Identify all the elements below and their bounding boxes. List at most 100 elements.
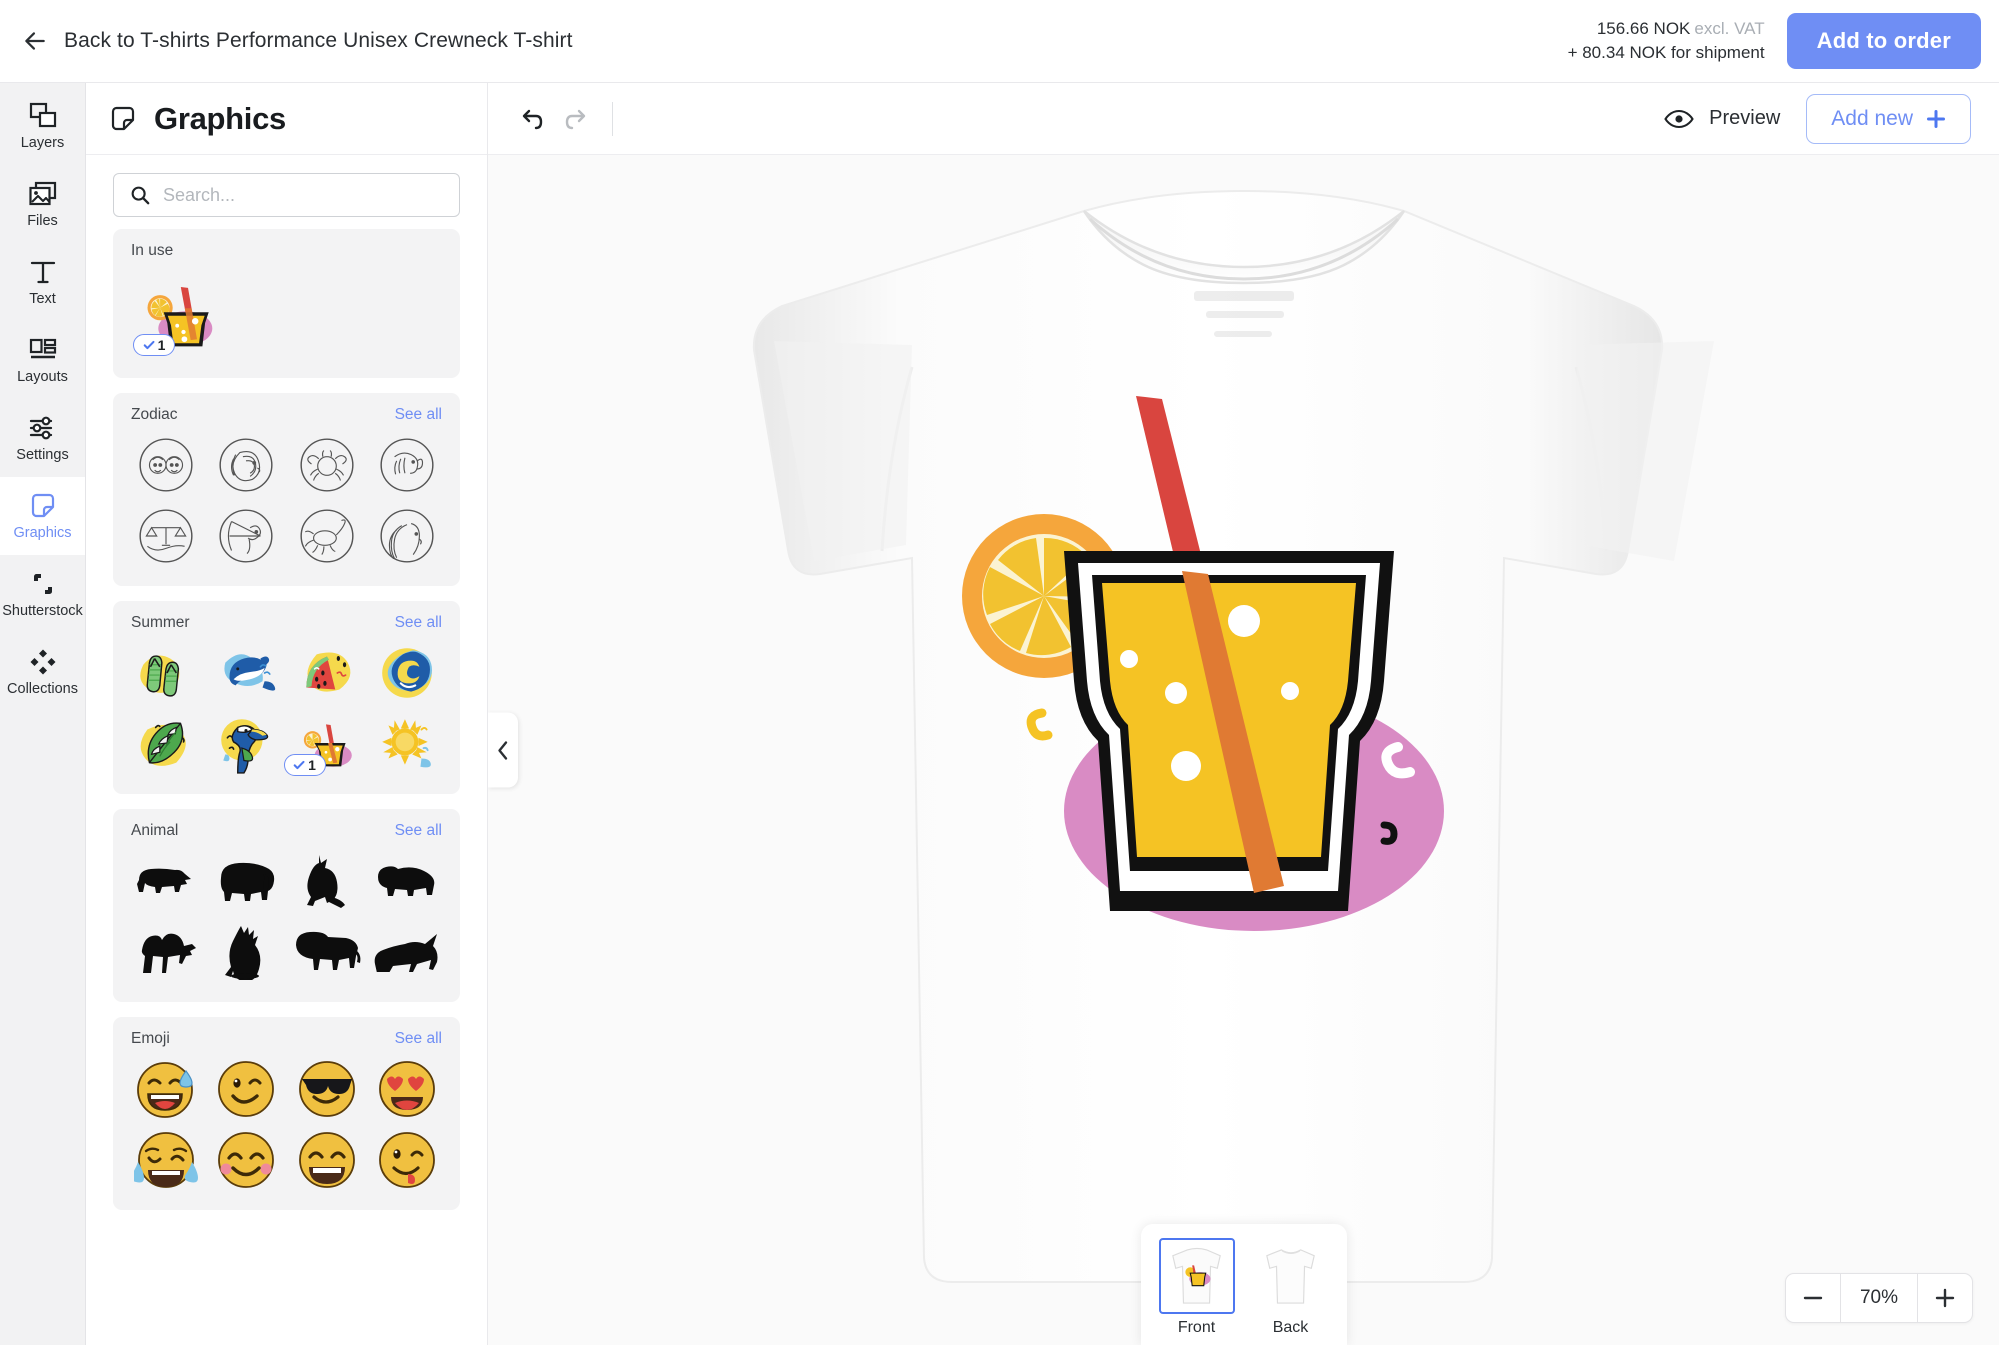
sticker-icon bbox=[31, 494, 54, 518]
section-title: Summer bbox=[131, 614, 190, 631]
sidebar-item-label: Shutterstock bbox=[2, 603, 83, 620]
graphic-item-sun[interactable] bbox=[368, 709, 446, 778]
search-input[interactable] bbox=[163, 184, 443, 206]
section-summer: Summer See all 1 bbox=[113, 601, 460, 794]
graphic-item-monstera-leaf[interactable] bbox=[127, 709, 205, 778]
undo-button[interactable] bbox=[510, 97, 554, 141]
graphic-item-emoji-grin[interactable] bbox=[288, 1125, 366, 1194]
graphic-item-drink[interactable]: 1 bbox=[131, 266, 227, 362]
graphic-item-zodiac-scorpio[interactable] bbox=[288, 501, 366, 570]
sidebar-item-graphics[interactable]: Graphics bbox=[0, 477, 85, 555]
graphic-item-emoji-grinning-sweat[interactable] bbox=[127, 1054, 205, 1123]
graphic-item-drink[interactable]: 1 bbox=[283, 709, 366, 778]
graphic-item-zodiac-libra[interactable] bbox=[127, 501, 205, 570]
emoji-wink bbox=[218, 1060, 275, 1117]
sidebar-item-text[interactable]: Text bbox=[0, 243, 85, 321]
section-header: Summer See all bbox=[127, 614, 446, 632]
preview-label: Preview bbox=[1709, 107, 1781, 129]
flip-flops-graphic bbox=[140, 654, 180, 697]
eye-icon bbox=[1664, 109, 1694, 128]
top-bar-right: 156.66 NOK excl. VAT + 80.34 NOK for ship… bbox=[1568, 13, 1981, 69]
graphic-item-panther[interactable] bbox=[368, 917, 446, 986]
graphic-item-kangaroo[interactable] bbox=[288, 846, 366, 915]
graphic-item-zodiac-capricorn[interactable] bbox=[368, 430, 446, 499]
graphic-item-camel[interactable] bbox=[127, 917, 205, 986]
wave-graphic bbox=[382, 647, 432, 698]
graphic-item-emoji-sunglasses[interactable] bbox=[288, 1054, 366, 1123]
tshirt-front-thumb-icon bbox=[1171, 1247, 1221, 1304]
graphic-item-zodiac-cancer[interactable] bbox=[288, 430, 366, 499]
sidebar-item-files[interactable]: Files bbox=[0, 165, 85, 243]
graphic-item-emoji-heart-eyes[interactable] bbox=[368, 1054, 446, 1123]
dolphin-graphic bbox=[224, 653, 276, 691]
sidebar-item-settings[interactable]: Settings bbox=[0, 399, 85, 477]
zodiac-grid bbox=[127, 430, 446, 570]
graphic-item-rhino[interactable] bbox=[127, 846, 205, 915]
sidebar-item-layers[interactable]: Layers bbox=[0, 87, 85, 165]
view-label: Front bbox=[1177, 1319, 1216, 1336]
emoji-blush bbox=[218, 1131, 275, 1188]
graphics-sections-scroll[interactable]: In use 1 Zodiac See all Summer See all 1… bbox=[86, 229, 487, 1345]
summer-grid: 1 bbox=[127, 638, 446, 778]
section-title: Zodiac bbox=[131, 406, 178, 423]
collapse-panel-button[interactable] bbox=[488, 712, 518, 788]
search-icon bbox=[131, 186, 150, 205]
graphic-item-emoji-tears-of-joy[interactable] bbox=[127, 1125, 205, 1194]
canvas-toolbar-right: Preview Add new bbox=[1664, 93, 1971, 144]
see-all-link[interactable]: See all bbox=[395, 822, 442, 840]
drink-graphic[interactable] bbox=[954, 381, 1474, 1011]
graphic-item-zodiac-sagittarius[interactable] bbox=[207, 501, 285, 570]
zoom-in-button[interactable] bbox=[1918, 1274, 1972, 1322]
tshirt-back-thumb bbox=[1252, 1238, 1329, 1314]
graphic-item-emoji-blush[interactable] bbox=[207, 1125, 285, 1194]
view-back[interactable]: Back bbox=[1252, 1238, 1329, 1337]
add-to-order-button[interactable]: Add to order bbox=[1786, 13, 1981, 69]
see-all-link[interactable]: See all bbox=[395, 614, 442, 632]
zoom-out-button[interactable] bbox=[1786, 1274, 1840, 1322]
graphic-item-emoji-wink[interactable] bbox=[207, 1054, 285, 1123]
graphic-item-hippo[interactable] bbox=[368, 846, 446, 915]
hippo-silhouette bbox=[377, 865, 435, 896]
add-new-button[interactable]: Add new bbox=[1806, 93, 1971, 144]
graphic-item-watermelon[interactable] bbox=[288, 638, 366, 707]
view-front[interactable]: Front bbox=[1158, 1238, 1235, 1337]
back-link[interactable]: Back to T-shirts Performance Unisex Crew… bbox=[22, 28, 573, 54]
graphic-item-dolphin[interactable] bbox=[207, 638, 285, 707]
graphic-item-zodiac-leo[interactable] bbox=[207, 430, 285, 499]
price-line: 156.66 NOK excl. VAT bbox=[1568, 17, 1765, 41]
graphic-item-wave[interactable] bbox=[368, 638, 446, 707]
graphic-item-flip-flops[interactable] bbox=[127, 638, 205, 707]
sidebar-item-collections[interactable]: Collections bbox=[0, 633, 85, 711]
sidebar-item-label: Files bbox=[27, 213, 58, 230]
panther-silhouette bbox=[374, 933, 438, 972]
collections-icon bbox=[30, 649, 55, 675]
zodiac-libra bbox=[139, 508, 193, 563]
see-all-link[interactable]: See all bbox=[395, 406, 442, 424]
graphic-item-eagle[interactable] bbox=[207, 917, 285, 986]
design-stage[interactable]: Front Back 70% bbox=[488, 155, 1999, 1345]
graphic-item-emoji-yum-wink[interactable] bbox=[368, 1125, 446, 1194]
graphic-item-elephant[interactable] bbox=[207, 846, 285, 915]
sidebar-item-layouts[interactable]: Layouts bbox=[0, 321, 85, 399]
graphic-item-zodiac-virgo[interactable] bbox=[368, 501, 446, 570]
graphics-panel-header: Graphics bbox=[86, 83, 487, 155]
emoji-grid bbox=[127, 1054, 446, 1194]
zodiac-leo bbox=[219, 437, 273, 492]
section-in-use: In use 1 bbox=[113, 229, 460, 378]
tshirt-mockup[interactable] bbox=[654, 171, 1834, 1291]
see-all-link[interactable]: See all bbox=[395, 1030, 442, 1048]
in-use-count-badge: 1 bbox=[283, 754, 326, 776]
redo-button[interactable] bbox=[554, 97, 598, 141]
sidebar-item-shutterstock[interactable]: Shutterstock bbox=[0, 555, 85, 633]
graphics-panel: Graphics In use bbox=[86, 83, 488, 1345]
zodiac-scorpio bbox=[300, 508, 354, 563]
lion-silhouette bbox=[295, 931, 361, 970]
search-box[interactable] bbox=[113, 173, 460, 217]
search-wrapper bbox=[86, 155, 487, 229]
graphic-item-zodiac-gemini[interactable] bbox=[127, 430, 205, 499]
graphic-item-lion[interactable] bbox=[288, 917, 366, 986]
graphic-item-toucan[interactable] bbox=[207, 709, 285, 778]
monstera-leaf-graphic bbox=[140, 721, 186, 766]
watermelon-graphic bbox=[305, 652, 351, 692]
preview-button[interactable]: Preview bbox=[1664, 107, 1780, 130]
